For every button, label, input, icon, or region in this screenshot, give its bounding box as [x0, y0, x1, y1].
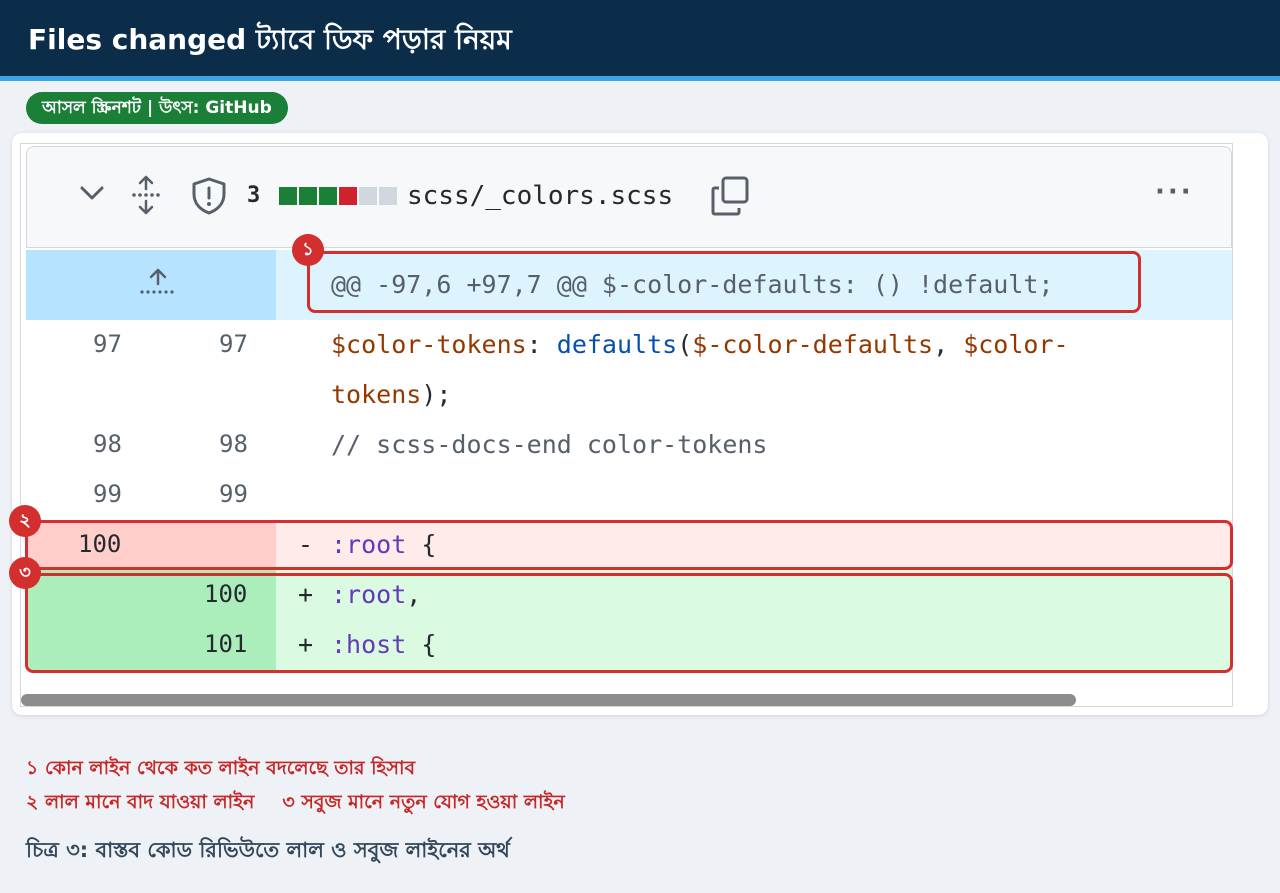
diff-line-context: 98 98 // scss-docs-end color-tokens [26, 420, 1232, 470]
code-text: $color-tokens: defaults($-color-defaults… [331, 330, 1069, 359]
code-token: ); [421, 380, 452, 409]
title-bar-accent [0, 76, 1280, 81]
page-title: Files changed ট্যাবে ডিফ পড়ার নিয়ম [28, 23, 512, 56]
expand-up-icon[interactable] [138, 268, 178, 304]
diffstat-block [359, 187, 377, 205]
code-token: defaults [556, 330, 678, 359]
diff-line-context: 97 97 $color-tokens: defaults($-color-de… [26, 320, 1232, 420]
legend-line-1: ১ কোন লাইন থেকে কত লাইন বদলেছে তার হিসাব [26, 757, 416, 779]
code-token: $-color-defaults [692, 330, 934, 359]
diffstat-bar [279, 187, 399, 207]
hunk-gutter [26, 250, 276, 320]
highlight-hunk-header [307, 251, 1141, 313]
legend-line-2: ২ লাল মানে বাদ যাওয়া লাইন ৩ সবুজ মানে নত… [26, 788, 565, 820]
legend-added: ৩ সবুজ মানে নতুন যোগ হওয়া লাইন [282, 791, 565, 813]
highlight-added-lines [25, 573, 1233, 673]
clipped-next-line [26, 680, 1232, 690]
diffstat-block [319, 187, 337, 205]
file-header: 3 scss/_colors.scss ··· [26, 146, 1232, 248]
new-line-number[interactable]: 97 [219, 330, 248, 358]
code-text: // scss-docs-end color-tokens [331, 430, 768, 459]
figure-caption: চিত্র ৩: বাস্তব কোড রিভিউতে লাল ও সবুজ ল… [26, 838, 510, 862]
diff-line-context: 99 99 [26, 470, 1232, 520]
chevron-down-icon[interactable] [79, 183, 105, 207]
copy-icon[interactable] [709, 175, 751, 221]
code-text-wrap: tokens); [331, 380, 451, 409]
expand-all-icon[interactable] [131, 175, 161, 219]
source-badge: আসল স্ক্রিনশট | উৎস: GitHub [26, 92, 288, 124]
change-count: 3 [247, 183, 261, 208]
marker-2: ২ [9, 505, 41, 537]
diffstat-block [339, 187, 357, 205]
marker-1: ১ [292, 234, 324, 266]
more-options-icon[interactable]: ··· [1155, 177, 1194, 207]
code-token: $color- [963, 330, 1069, 359]
old-line-number[interactable]: 98 [93, 430, 122, 458]
code-token: : [526, 330, 557, 359]
new-line-number[interactable]: 99 [219, 480, 248, 508]
diffstat-block [379, 187, 397, 205]
file-name[interactable]: scss/_colors.scss [407, 181, 673, 211]
legend-deleted: ২ লাল মানে বাদ যাওয়া লাইন [26, 791, 255, 813]
diffstat-block [279, 187, 297, 205]
code-token: ( [677, 330, 693, 359]
old-line-number[interactable]: 97 [93, 330, 122, 358]
new-line-number[interactable]: 98 [219, 430, 248, 458]
code-token: , [933, 330, 964, 359]
highlight-deleted-line [25, 520, 1233, 570]
code-token: tokens [331, 380, 422, 409]
code-token: $color-tokens [331, 330, 527, 359]
horizontal-scrollbar[interactable] [21, 694, 1076, 706]
old-line-number[interactable]: 99 [93, 480, 122, 508]
diffstat-block [299, 187, 317, 205]
shield-icon[interactable] [191, 177, 227, 219]
marker-3: ৩ [9, 557, 41, 589]
